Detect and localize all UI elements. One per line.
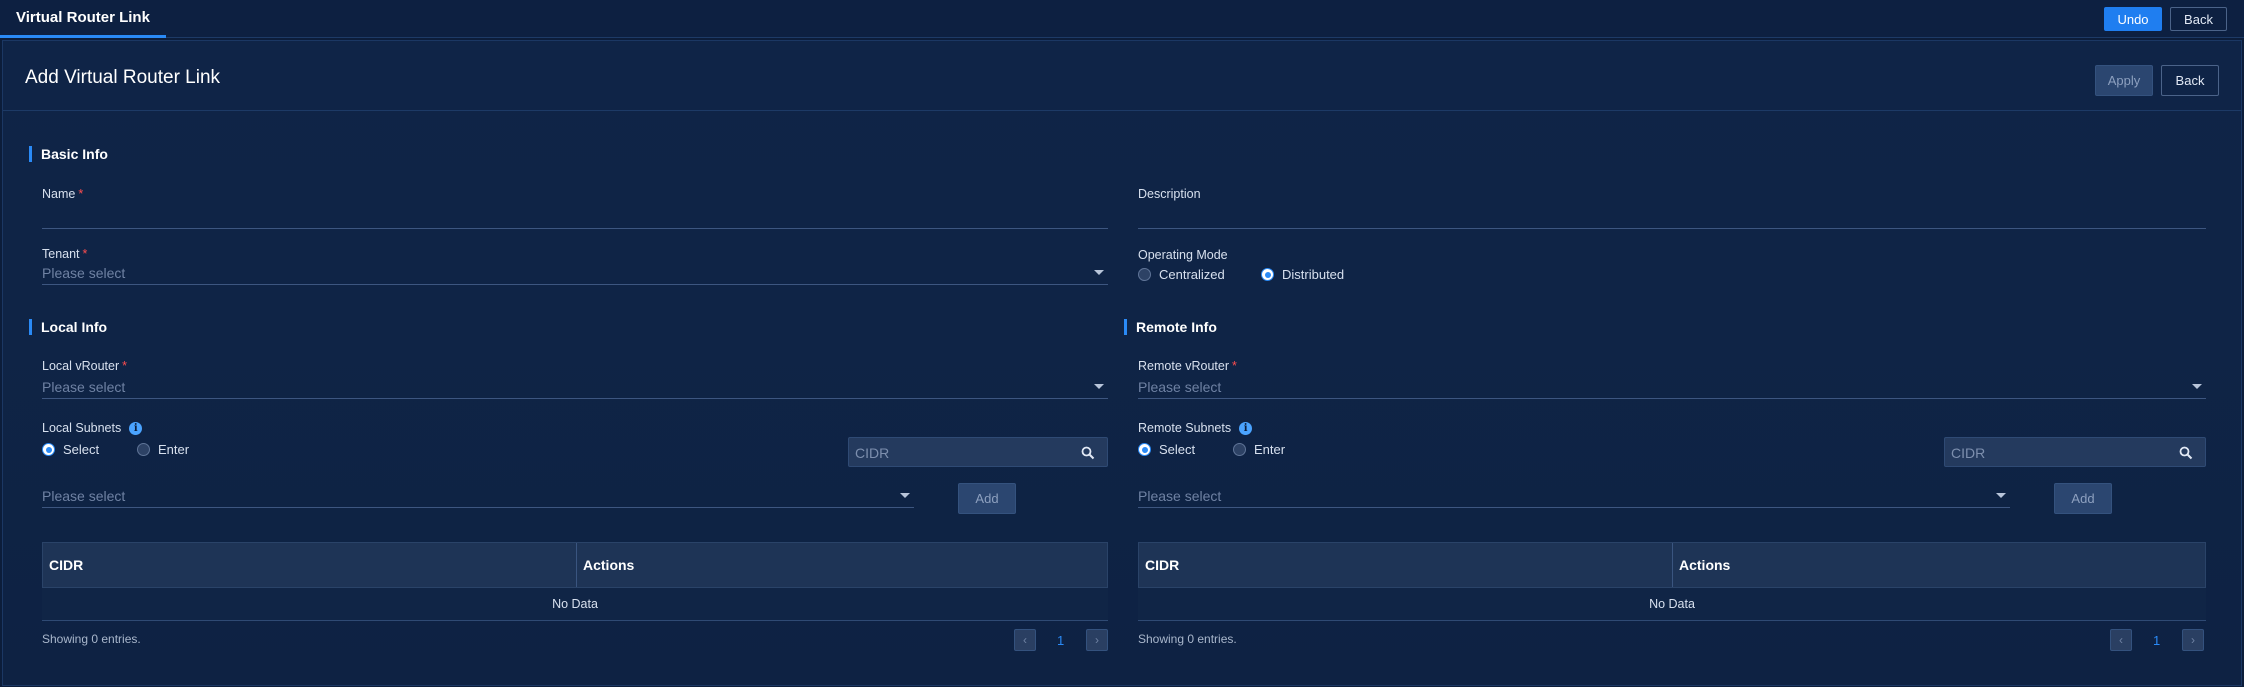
- info-icon[interactable]: i: [1239, 422, 1253, 436]
- tenant-label: Tenant *: [42, 247, 88, 261]
- chevron-left-icon: ‹: [2119, 633, 2123, 647]
- tenant-select[interactable]: Please select: [42, 263, 1108, 285]
- chevron-down-icon: [1094, 270, 1104, 275]
- radio-checked-icon: [1261, 268, 1274, 281]
- local-cidr-search-input[interactable]: CIDR: [848, 437, 1108, 467]
- chevron-down-icon: [2192, 384, 2202, 389]
- table-empty-row: No Data: [1138, 588, 2206, 621]
- local-vrouter-placeholder: Please select: [42, 379, 126, 395]
- info-icon[interactable]: i: [129, 422, 143, 436]
- local-vrouter-select[interactable]: Please select: [42, 377, 1108, 399]
- top-back-button[interactable]: Back: [2170, 7, 2227, 31]
- section-local-info: Local Info: [29, 319, 107, 335]
- tenant-placeholder: Please select: [42, 265, 126, 281]
- remote-page-number[interactable]: 1: [2153, 633, 2160, 648]
- remote-radio-select[interactable]: Select: [1138, 442, 1195, 457]
- table-header: CIDR Actions: [1138, 542, 2206, 588]
- chevron-down-icon: [900, 493, 910, 498]
- local-subnet-placeholder: Please select: [42, 488, 126, 504]
- page-title: Add Virtual Router Link: [25, 67, 221, 88]
- remote-add-button[interactable]: Add: [2054, 483, 2112, 514]
- header-back-button[interactable]: Back: [2161, 65, 2219, 96]
- chevron-right-icon: ›: [2191, 633, 2195, 647]
- radio-icon: [1138, 268, 1151, 281]
- local-subnets-table: CIDR Actions No Data: [42, 542, 1108, 621]
- chevron-right-icon: ›: [1095, 633, 1099, 647]
- description-input[interactable]: [1138, 207, 2206, 229]
- required-mark: *: [1232, 359, 1237, 373]
- column-header-cidr: CIDR: [1145, 557, 1180, 573]
- remote-prev-page-button[interactable]: ‹: [2110, 629, 2132, 651]
- column-header-cidr: CIDR: [49, 557, 84, 573]
- local-subnet-select[interactable]: Please select: [42, 486, 914, 508]
- remote-radio-enter[interactable]: Enter: [1233, 442, 1285, 457]
- main-panel: Add Virtual Router Link Apply Back Basic…: [2, 40, 2242, 686]
- undo-button[interactable]: Undo: [2104, 7, 2162, 31]
- radio-distributed[interactable]: Distributed: [1261, 267, 1344, 282]
- local-subnets-label: Local Subnets i: [42, 421, 143, 436]
- local-radio-select[interactable]: Select: [42, 442, 99, 457]
- cidr-placeholder: CIDR: [855, 445, 890, 461]
- remote-showing-entries: Showing 0 entries.: [1138, 632, 1237, 646]
- required-mark: *: [82, 247, 88, 261]
- search-icon[interactable]: [2179, 446, 2193, 460]
- cidr-placeholder: CIDR: [1951, 445, 1986, 461]
- name-label: Name *: [42, 187, 84, 201]
- remote-next-page-button[interactable]: ›: [2182, 629, 2204, 651]
- remote-subnets-label: Remote Subnets i: [1138, 421, 1253, 436]
- remote-subnet-select[interactable]: Please select: [1138, 486, 2010, 508]
- chevron-down-icon: [1094, 384, 1104, 389]
- local-showing-entries: Showing 0 entries.: [42, 632, 141, 646]
- radio-icon: [137, 443, 150, 456]
- chevron-left-icon: ‹: [1023, 633, 1027, 647]
- remote-cidr-search-input[interactable]: CIDR: [1944, 437, 2206, 467]
- local-page-number[interactable]: 1: [1057, 633, 1064, 648]
- local-radio-enter[interactable]: Enter: [137, 442, 189, 457]
- operating-mode-label: Operating Mode: [1138, 248, 1228, 262]
- radio-centralized[interactable]: Centralized: [1138, 267, 1225, 282]
- remote-vrouter-select[interactable]: Please select: [1138, 377, 2206, 399]
- radio-checked-icon: [42, 443, 55, 456]
- radio-icon: [1233, 443, 1246, 456]
- required-mark: *: [78, 187, 84, 201]
- table-header: CIDR Actions: [42, 542, 1108, 588]
- apply-button[interactable]: Apply: [2095, 65, 2153, 96]
- top-tab-bar: Virtual Router Link Undo Back: [0, 0, 2244, 38]
- chevron-down-icon: [1996, 493, 2006, 498]
- column-header-actions: Actions: [576, 543, 1107, 587]
- remote-vrouter-label: Remote vRouter *: [1138, 359, 1237, 373]
- required-mark: *: [122, 359, 127, 373]
- remote-subnets-table: CIDR Actions No Data: [1138, 542, 2206, 621]
- radio-checked-icon: [1138, 443, 1151, 456]
- local-add-button[interactable]: Add: [958, 483, 1016, 514]
- search-icon[interactable]: [1081, 446, 1095, 460]
- section-basic-info: Basic Info: [29, 146, 108, 162]
- local-prev-page-button[interactable]: ‹: [1014, 629, 1036, 651]
- table-empty-row: No Data: [42, 588, 1108, 621]
- remote-vrouter-placeholder: Please select: [1138, 379, 1222, 395]
- column-header-actions: Actions: [1672, 543, 2205, 587]
- name-input[interactable]: [42, 207, 1108, 229]
- local-vrouter-label: Local vRouter *: [42, 359, 127, 373]
- remote-subnet-placeholder: Please select: [1138, 488, 1222, 504]
- local-next-page-button[interactable]: ›: [1086, 629, 1108, 651]
- section-remote-info: Remote Info: [1124, 319, 1217, 335]
- description-label: Description: [1138, 187, 1201, 201]
- panel-header: Add Virtual Router Link Apply Back: [3, 41, 2241, 111]
- tab-virtual-router-link[interactable]: Virtual Router Link: [0, 0, 166, 38]
